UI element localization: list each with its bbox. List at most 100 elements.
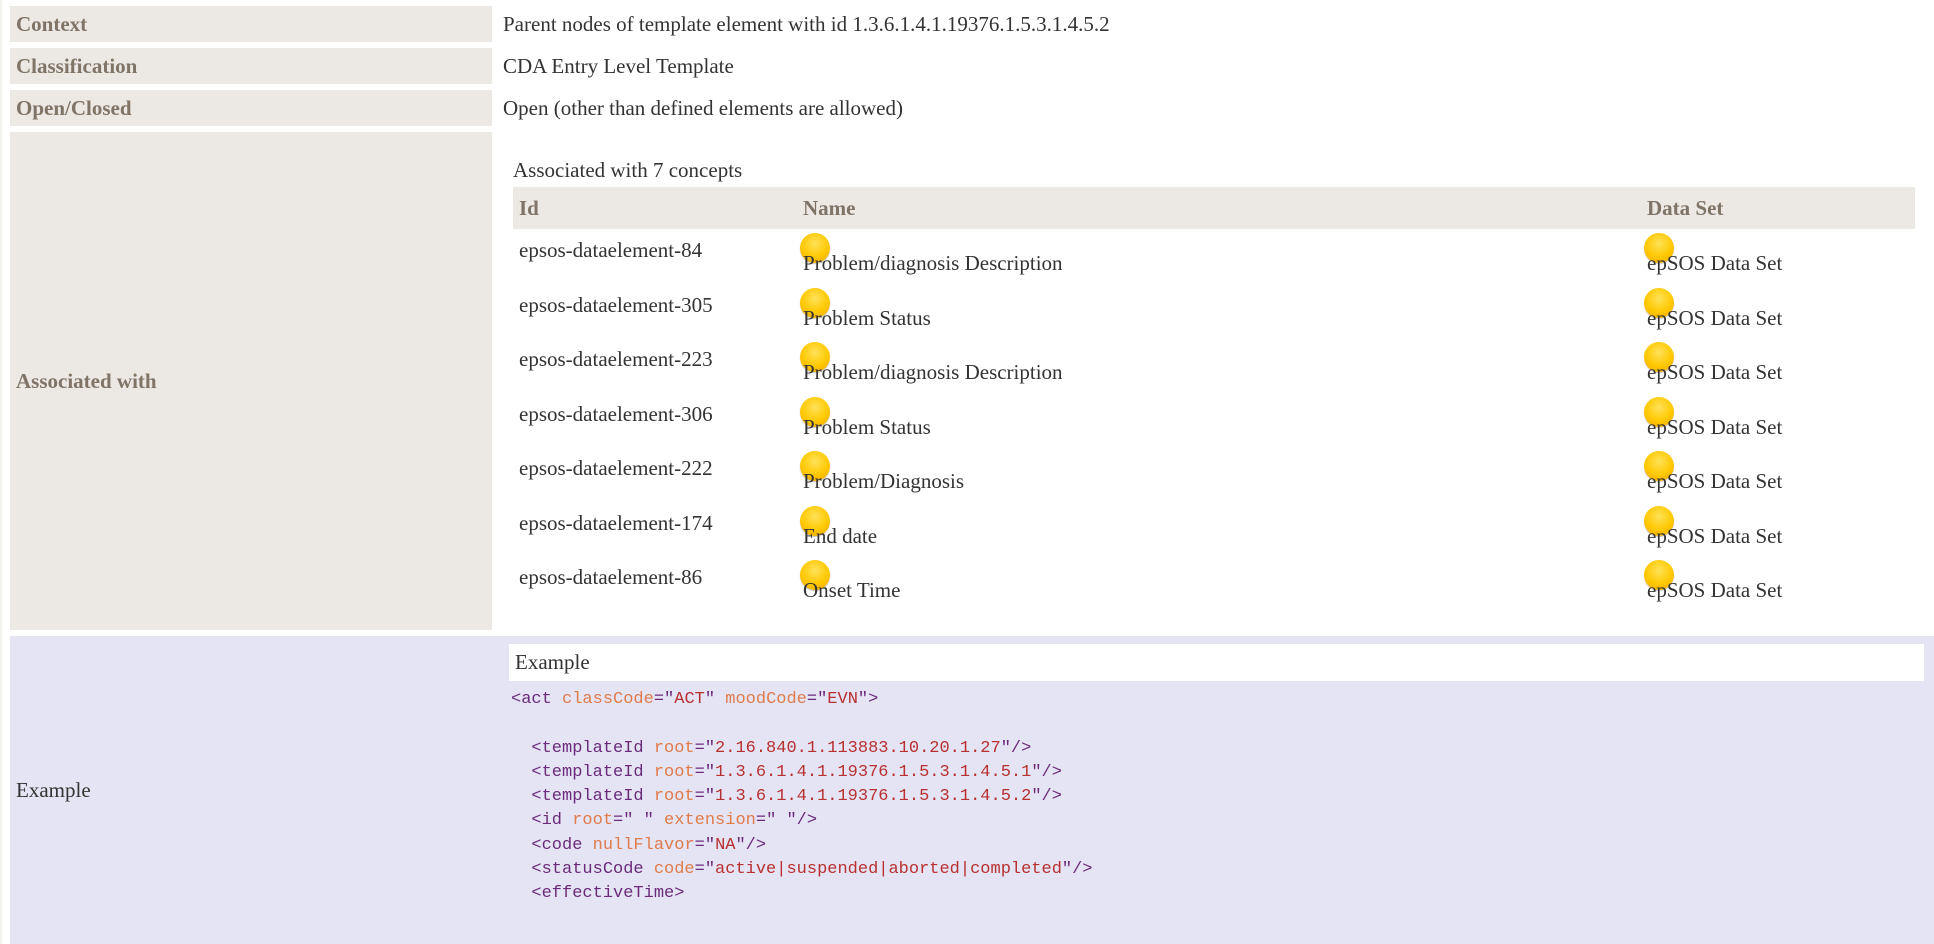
code-line: <act classCode="ACT" moodCode="EVN"> xyxy=(511,690,878,709)
classification-row: Classification CDA Entry Level Template xyxy=(10,48,1934,84)
concept-id[interactable]: epsos-dataelement-86 xyxy=(519,565,702,590)
context-label: Context xyxy=(10,6,492,42)
concept-row: epsos-dataelement-306 Problem Status epSOS… xyxy=(513,393,1915,448)
concepts-table-header: Id Name Data Set xyxy=(513,187,1915,229)
code-attribute: classCode xyxy=(562,690,654,709)
concept-id[interactable]: epsos-dataelement-222 xyxy=(519,456,713,481)
code-tag: "/> xyxy=(786,811,818,831)
code-attribute: root xyxy=(653,762,695,782)
associated-row: Associated with Associated with 7 concep… xyxy=(10,132,1934,630)
context-row: Context Parent nodes of template element… xyxy=(10,6,1934,42)
code-tag: "/> xyxy=(1031,762,1062,782)
concept-id[interactable]: epsos-dataelement-174 xyxy=(519,511,713,536)
code-value: 2.16.840.1.113883.10.20.1.27 xyxy=(715,738,1001,758)
concept-id[interactable]: epsos-dataelement-223 xyxy=(519,347,713,372)
concepts-table-body: epsos-dataelement-84 Problem/diagnosis De… xyxy=(513,229,1915,611)
code-value: NA xyxy=(715,835,736,855)
code-tag: =" xyxy=(694,835,716,855)
code-attribute: moodCode xyxy=(725,690,807,709)
concept-dataset[interactable]: epSOS Data Set xyxy=(1647,524,1782,549)
code-line: <code nullFlavor="NA"/> xyxy=(511,836,766,855)
code-value xyxy=(776,811,786,830)
code-value: active|suspended|aborted|completed xyxy=(715,860,1062,880)
concept-name[interactable]: Problem Status xyxy=(803,306,931,331)
code-attribute: root xyxy=(653,787,695,807)
associated-value: Associated with 7 concepts Id Name Data … xyxy=(497,132,1934,630)
code-tag: <templateId xyxy=(511,787,654,807)
open-closed-label: Open/Closed xyxy=(10,90,492,126)
code-tag: =" xyxy=(613,811,634,831)
concept-row: epsos-dataelement-84 Problem/diagnosis De… xyxy=(513,229,1915,284)
associated-label: Associated with xyxy=(10,132,492,630)
example-value: Example <act classCode="ACT" moodCode="E… xyxy=(497,636,1934,944)
code-tag: =" xyxy=(653,690,675,709)
concept-name[interactable]: Problem/diagnosis Description xyxy=(803,360,1063,385)
code-line: <statusCode code="active|suspended|abort… xyxy=(511,860,1093,880)
code-tag: =" xyxy=(806,690,828,709)
code-tag: =" xyxy=(694,738,716,758)
code-attribute: code xyxy=(653,860,695,880)
concept-name[interactable]: End date xyxy=(803,524,877,549)
code-tag: "/> xyxy=(735,835,767,855)
open-closed-value: Open (other than defined elements are al… xyxy=(503,95,903,120)
code-tag: <templateId xyxy=(511,762,654,782)
code-line: <id root=" " extension=" "/> xyxy=(511,811,817,830)
code-tag: "/> xyxy=(1000,738,1032,758)
concept-row: epsos-dataelement-86 Onset Time epSOS Data… xyxy=(513,556,1915,611)
concept-name[interactable]: Problem/diagnosis Description xyxy=(803,251,1063,276)
template-details-page: Context Parent nodes of template element… xyxy=(0,0,1934,944)
code-tag: =" xyxy=(755,811,777,831)
concept-name[interactable]: Onset Time xyxy=(803,578,900,603)
code-value: 1.3.6.1.4.1.19376.1.5.3.1.4.5.2 xyxy=(715,787,1032,807)
concept-name[interactable]: Problem/Diagnosis xyxy=(803,469,964,494)
concept-dataset[interactable]: epSOS Data Set xyxy=(1647,306,1782,331)
code-attribute: root xyxy=(653,738,695,758)
classification-value: CDA Entry Level Template xyxy=(503,53,734,78)
code-tag: <effectiveTime> xyxy=(511,884,685,904)
concept-dataset[interactable]: epSOS Data Set xyxy=(1647,360,1782,385)
code-tag: "/> xyxy=(1061,860,1093,880)
code-tag: <statusCode xyxy=(511,860,654,880)
open-closed-row: Open/Closed Open (other than defined ele… xyxy=(10,90,1934,126)
example-row: Example Example <act classCode="ACT" moo… xyxy=(10,636,1934,944)
code-tag: " xyxy=(704,690,726,709)
code-value: EVN xyxy=(827,690,858,709)
code-tag: =" xyxy=(694,762,716,782)
column-header-name: Name xyxy=(803,196,856,220)
code-line: <templateId root="1.3.6.1.4.1.19376.1.5.… xyxy=(511,787,1062,806)
code-attribute: root xyxy=(572,811,614,831)
code-tag: <act xyxy=(511,690,563,709)
code-tag: =" xyxy=(694,787,716,807)
concept-dataset[interactable]: epSOS Data Set xyxy=(1647,415,1782,440)
example-label: Example xyxy=(10,636,492,944)
classification-label: Classification xyxy=(10,48,492,84)
concepts-caption: Associated with 7 concepts xyxy=(513,158,743,182)
code-value xyxy=(633,811,643,830)
code-tag: =" xyxy=(694,860,716,880)
concepts-table: Id Name Data Set epsos-dataelement-84 Pro… xyxy=(513,187,1915,611)
concept-row: epsos-dataelement-222 Problem/Diagnosis ep… xyxy=(513,447,1915,502)
concept-row: epsos-dataelement-174 End date epSOS Data … xyxy=(513,502,1915,557)
code-attribute: nullFlavor xyxy=(592,835,695,855)
code-tag: <id xyxy=(511,811,573,831)
code-line: <templateId root="2.16.840.1.113883.10.2… xyxy=(511,739,1031,758)
code-line: <templateId root="1.3.6.1.4.1.19376.1.5.… xyxy=(511,763,1062,782)
code-value: ACT xyxy=(674,690,705,709)
concept-id[interactable]: epsos-dataelement-84 xyxy=(519,238,702,263)
concept-dataset[interactable]: epSOS Data Set xyxy=(1647,251,1782,276)
context-value: Parent nodes of template element with id… xyxy=(503,11,1110,36)
concept-row: epsos-dataelement-223 Problem/diagnosis D… xyxy=(513,338,1915,393)
code-tag: <templateId xyxy=(511,738,654,758)
column-header-dataset: Data Set xyxy=(1647,196,1724,220)
code-tag: " xyxy=(643,811,665,831)
concept-dataset[interactable]: epSOS Data Set xyxy=(1647,578,1782,603)
example-code-block: <act classCode="ACT" moodCode="EVN"> <te… xyxy=(511,688,1926,907)
concept-name[interactable]: Problem Status xyxy=(803,415,931,440)
concept-id[interactable]: epsos-dataelement-306 xyxy=(519,402,713,427)
concept-dataset[interactable]: epSOS Data Set xyxy=(1647,469,1782,494)
code-tag: "/> xyxy=(1031,787,1062,807)
column-header-id: Id xyxy=(519,196,539,220)
code-tag: "> xyxy=(857,690,879,709)
code-value: 1.3.6.1.4.1.19376.1.5.3.1.4.5.1 xyxy=(715,762,1032,782)
concept-id[interactable]: epsos-dataelement-305 xyxy=(519,293,713,318)
